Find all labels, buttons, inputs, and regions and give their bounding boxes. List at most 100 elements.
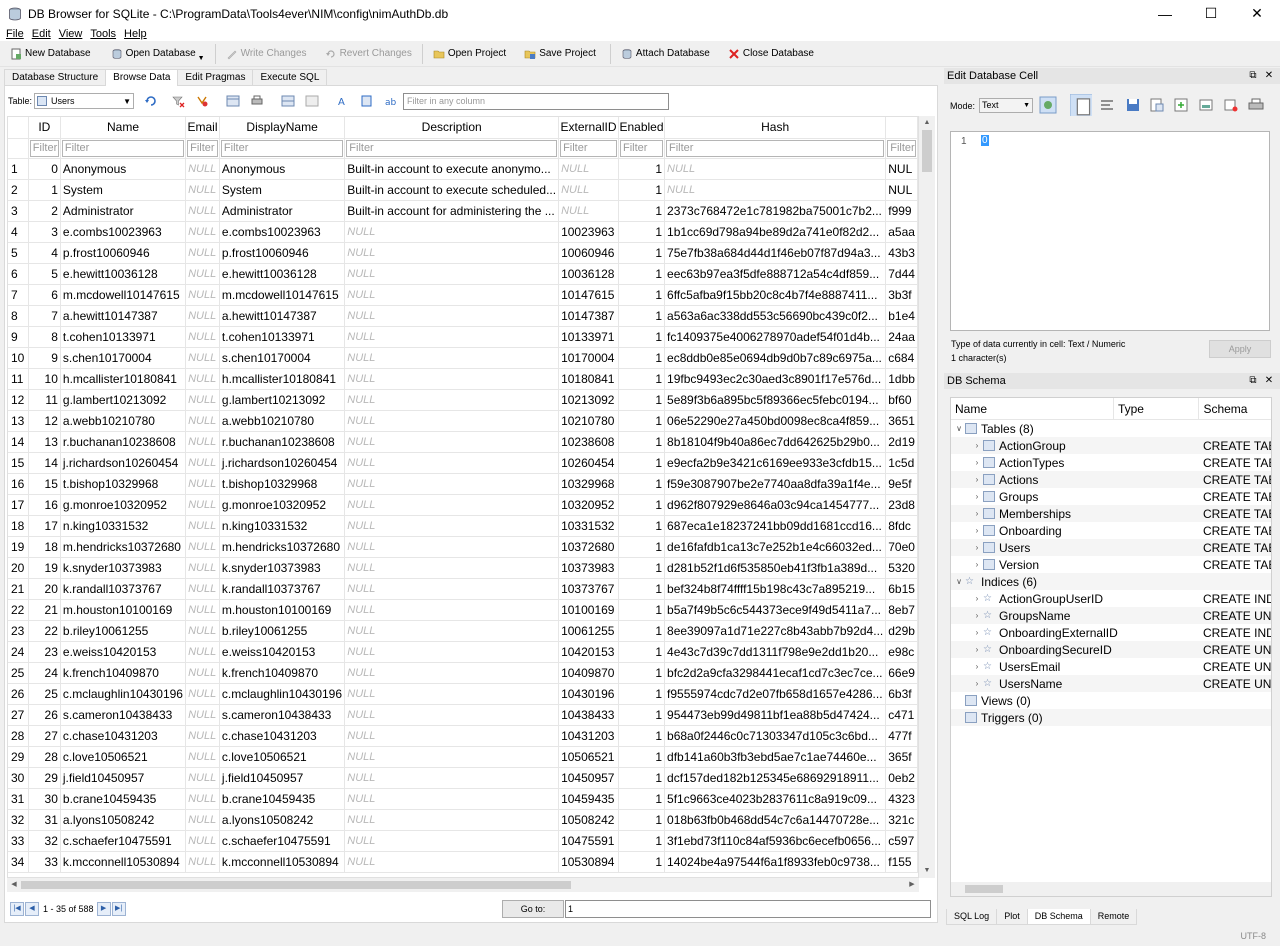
table-row[interactable]: 5 4 p.frost10060946 NULL p.frost10060946 NULL…	[8, 242, 918, 264]
cell-displayname[interactable]: m.hendricks10372680	[219, 536, 346, 558]
schema-table-onboarding[interactable]: › Onboarding CREATE TAB	[951, 522, 1271, 539]
cell-id[interactable]: 16	[28, 494, 61, 516]
cell-next[interactable]: 8eb7	[885, 599, 918, 621]
cell-hash[interactable]: dfb141a60b3fb3ebd5ae7c1ae74460e...	[664, 746, 887, 768]
column-header-enabled[interactable]: Enabled	[618, 117, 666, 139]
cell-next[interactable]: 70e0	[885, 536, 918, 558]
cell-rownum[interactable]: 30	[8, 767, 29, 789]
tab-plot[interactable]: Plot	[996, 909, 1028, 925]
menu-file[interactable]: File	[2, 28, 28, 40]
cell-displayname[interactable]: n.king10331532	[219, 515, 346, 537]
text-format-icon[interactable]: A	[336, 94, 350, 108]
cell-hash[interactable]: f59e3087907be2e7740aa8dfa39a1f4e...	[664, 473, 887, 495]
cell-id[interactable]: 11	[28, 389, 61, 411]
cell-hash[interactable]: NULL	[664, 158, 887, 180]
cell-externalid[interactable]: 10210780	[558, 410, 619, 432]
cell-enabled[interactable]: 1	[618, 494, 666, 516]
cell-rownum[interactable]: 6	[8, 263, 29, 285]
format-icon[interactable]	[1098, 96, 1116, 114]
cell-email[interactable]: NULL	[185, 767, 220, 789]
cell-enabled[interactable]: 1	[618, 809, 666, 831]
table-row[interactable]: 1 0 Anonymous NULL Anonymous Built-in account…	[8, 158, 918, 180]
cell-rownum[interactable]: 9	[8, 326, 29, 348]
cell-externalid[interactable]: NULL	[558, 158, 619, 180]
cell-hash[interactable]: 14024be4a97544f6a1f8933feb0c9738...	[664, 851, 887, 873]
cell-enabled[interactable]: 1	[618, 284, 666, 306]
cell-email[interactable]: NULL	[185, 599, 220, 621]
cell-displayname[interactable]: g.monroe10320952	[219, 494, 346, 516]
cell-enabled[interactable]: 1	[618, 473, 666, 495]
menu-help[interactable]: Help	[120, 28, 151, 40]
cell-name[interactable]: g.monroe10320952	[60, 494, 187, 516]
cell-displayname[interactable]: Anonymous	[219, 158, 346, 180]
cell-rownum[interactable]: 15	[8, 452, 29, 474]
new-database-button[interactable]: New Database	[4, 43, 97, 65]
chevron-right-icon[interactable]: ›	[971, 458, 983, 467]
cell-description[interactable]: Built-in account to execute anonymo...	[344, 158, 560, 180]
chevron-right-icon[interactable]: ›	[971, 543, 983, 552]
cell-next[interactable]: a5aa	[885, 221, 918, 243]
cell-displayname[interactable]: j.richardson10260454	[219, 452, 346, 474]
table-row[interactable]: 6 5 e.hewitt10036128 NULL e.hewitt10036128 NU…	[8, 263, 918, 285]
cell-email[interactable]: NULL	[185, 683, 220, 705]
cell-next[interactable]: 1dbb	[885, 368, 918, 390]
cell-email[interactable]: NULL	[185, 620, 220, 642]
filter-input-externalid[interactable]: Filter	[560, 139, 617, 157]
cell-id[interactable]: 27	[28, 725, 61, 747]
cell-externalid[interactable]: NULL	[558, 200, 619, 222]
table-row[interactable]: 19 18 m.hendricks10372680 NULL m.hendricks10…	[8, 536, 918, 558]
cell-hash[interactable]: f9555974cdc7d2e07fb658d1657e4286...	[664, 683, 887, 705]
cell-next[interactable]: 6b15	[885, 578, 918, 600]
cell-email[interactable]: NULL	[185, 704, 220, 726]
export-file-icon[interactable]	[1148, 96, 1166, 114]
cell-id[interactable]: 5	[28, 263, 61, 285]
clear-filters-icon[interactable]	[171, 94, 185, 108]
cell-enabled[interactable]: 1	[618, 746, 666, 768]
cell-hash[interactable]: 018b63fb0b468dd54c7c6a14470728e...	[664, 809, 887, 831]
schema-group-views[interactable]: Views (0)	[951, 692, 1271, 709]
cell-id[interactable]: 24	[28, 662, 61, 684]
cell-next[interactable]: NUL	[885, 179, 918, 201]
column-header-externalid[interactable]: ExternalID	[558, 117, 619, 139]
cell-name[interactable]: k.mcconnell10530894	[60, 851, 187, 873]
cell-description[interactable]: NULL	[344, 599, 560, 621]
cell-hash[interactable]: a563a6ac338dd553c56690bc439c0f2...	[664, 305, 887, 327]
cell-description[interactable]: NULL	[344, 788, 560, 810]
tab-db-schema[interactable]: DB Schema	[1026, 909, 1091, 925]
cell-displayname[interactable]: k.mcconnell10530894	[219, 851, 346, 873]
cell-rownum[interactable]: 16	[8, 473, 29, 495]
filter-all-input[interactable]: Filter in any column	[403, 93, 669, 110]
cell-description[interactable]: NULL	[344, 641, 560, 663]
schema-table-actions[interactable]: › Actions CREATE TAB	[951, 471, 1271, 488]
chevron-right-icon[interactable]: ›	[971, 628, 983, 637]
table-row[interactable]: 30 29 j.field10450957 NULL j.field10450957 NU…	[8, 767, 918, 789]
cell-externalid[interactable]: 10329968	[558, 473, 619, 495]
cell-value[interactable]: 0	[981, 135, 989, 146]
cell-displayname[interactable]: k.french10409870	[219, 662, 346, 684]
cell-email[interactable]: NULL	[185, 452, 220, 474]
table-row[interactable]: 10 9 s.chen10170004 NULL s.chen10170004 NULL 1…	[8, 347, 918, 369]
cell-next[interactable]: 23d8	[885, 494, 918, 516]
filter-input-description[interactable]: Filter	[346, 139, 558, 157]
cell-hash[interactable]: dcf157ded182b125345e68692918911...	[664, 767, 887, 789]
cell-enabled[interactable]: 1	[618, 578, 666, 600]
cell-displayname[interactable]: m.houston10100169	[219, 599, 346, 621]
cell-id[interactable]: 6	[28, 284, 61, 306]
cell-id[interactable]: 23	[28, 641, 61, 663]
import-file-icon[interactable]	[1124, 96, 1142, 114]
cell-rownum[interactable]: 4	[8, 221, 29, 243]
cell-rownum[interactable]: 29	[8, 746, 29, 768]
cell-name[interactable]: r.buchanan10238608	[60, 431, 187, 453]
cell-description[interactable]: NULL	[344, 242, 560, 264]
cell-enabled[interactable]: 1	[618, 662, 666, 684]
cell-hash[interactable]: d962f807929e8646a03c94ca1454777...	[664, 494, 887, 516]
table-row[interactable]: 2 1 System NULL System Built-in account to ex…	[8, 179, 918, 201]
cell-enabled[interactable]: 1	[618, 788, 666, 810]
table-row[interactable]: 32 31 a.lyons10508242 NULL a.lyons10508242 NU…	[8, 809, 918, 831]
cell-id[interactable]: 21	[28, 599, 61, 621]
table-row[interactable]: 7 6 m.mcdowell10147615 NULL m.mcdowell101476…	[8, 284, 918, 306]
cell-id[interactable]: 33	[28, 851, 61, 873]
cell-description[interactable]: NULL	[344, 452, 560, 474]
cell-next[interactable]: d29b	[885, 620, 918, 642]
cell-next[interactable]: e98c	[885, 641, 918, 663]
